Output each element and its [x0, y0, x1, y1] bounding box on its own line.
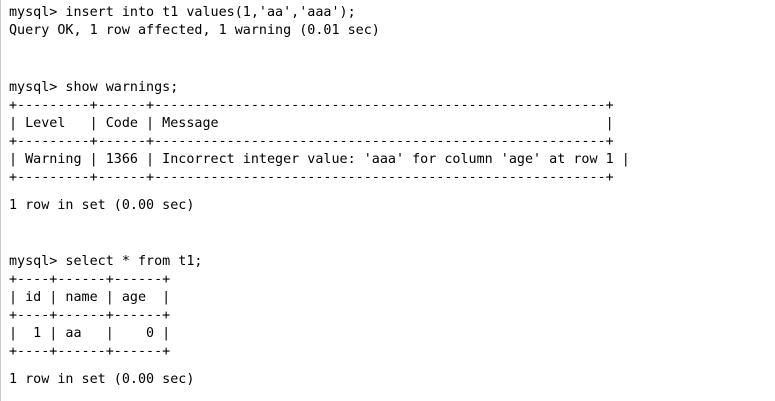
- select-row-count: 1 row in set (0.00 sec): [9, 372, 195, 387]
- insert-result-text: Query OK, 1 row affected, 1 warning (0.0…: [9, 23, 380, 38]
- warnings-table-border: +---------+------+----------------------…: [9, 134, 614, 149]
- warnings-table-border: +---------+------+----------------------…: [9, 170, 614, 185]
- select-table-border: +----+------+------+: [9, 308, 171, 323]
- warnings-table-header: | Level | Code | Message |: [9, 116, 614, 131]
- mysql-console[interactable]: mysql> insert into t1 values(1,'aa','aaa…: [0, 0, 775, 401]
- select-table-border: +----+------+------+: [9, 272, 171, 287]
- prompt-show-warnings: mysql> show warnings;: [9, 80, 179, 95]
- select-table-border: +----+------+------+: [9, 344, 171, 359]
- prompt-insert-command: mysql> insert into t1 values(1,'aa','aaa…: [9, 5, 356, 20]
- warnings-table-row: | Warning | 1366 | Incorrect integer val…: [9, 152, 630, 167]
- select-table-header: | id | name | age |: [9, 290, 171, 305]
- warnings-table-border: +---------+------+----------------------…: [9, 98, 614, 113]
- warnings-row-count: 1 row in set (0.00 sec): [9, 198, 195, 213]
- prompt-select-command: mysql> select * from t1;: [9, 254, 203, 269]
- select-table-row: | 1 | aa | 0 |: [9, 326, 171, 341]
